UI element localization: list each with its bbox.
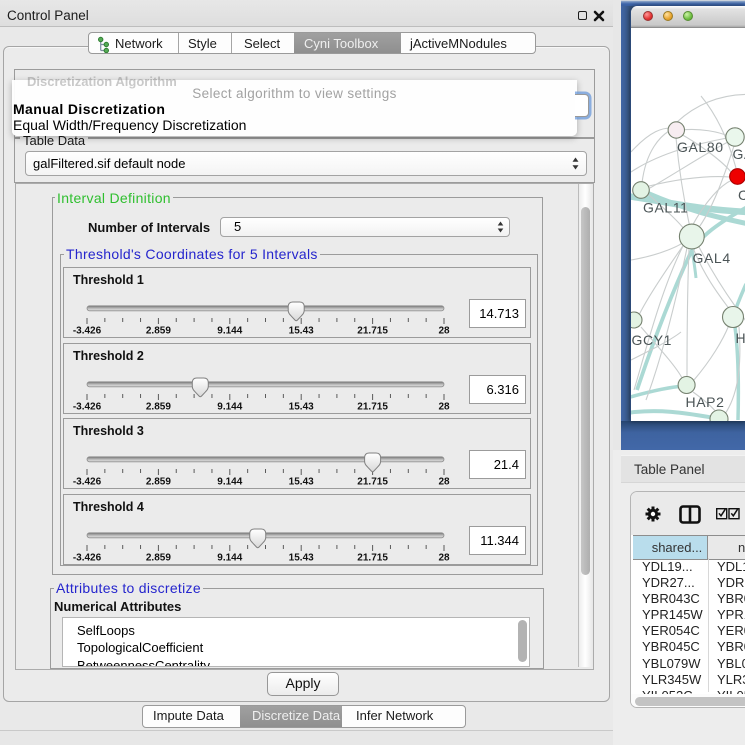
svg-text:CD: CD <box>738 187 745 203</box>
svg-text:28: 28 <box>438 326 450 337</box>
svg-text:21.715: 21.715 <box>357 401 388 412</box>
svg-text:-3.426: -3.426 <box>73 326 102 337</box>
svg-text:9.144: 9.144 <box>217 401 242 412</box>
svg-text:28: 28 <box>438 401 450 412</box>
svg-text:2.859: 2.859 <box>146 477 171 488</box>
svg-text:GAL11: GAL11 <box>643 200 689 216</box>
svg-text:-3.426: -3.426 <box>73 477 102 488</box>
svg-text:GAL4: GAL4 <box>693 250 731 266</box>
svg-text:9.144: 9.144 <box>217 326 242 337</box>
svg-text:HAP2: HAP2 <box>686 394 725 410</box>
svg-text:2.859: 2.859 <box>146 401 171 412</box>
svg-text:21.715: 21.715 <box>357 552 388 563</box>
svg-text:15.43: 15.43 <box>289 401 314 412</box>
svg-text:9.144: 9.144 <box>217 552 242 563</box>
svg-text:GA: GA <box>733 146 745 162</box>
svg-text:GCY1: GCY1 <box>632 332 673 348</box>
svg-text:21.715: 21.715 <box>357 326 388 337</box>
svg-text:21.715: 21.715 <box>357 477 388 488</box>
svg-text:28: 28 <box>438 477 450 488</box>
svg-text:9.144: 9.144 <box>217 477 242 488</box>
svg-text:HIS: HIS <box>736 330 745 346</box>
svg-text:15.43: 15.43 <box>289 477 314 488</box>
svg-text:-3.426: -3.426 <box>73 401 102 412</box>
svg-text:-3.426: -3.426 <box>73 552 102 563</box>
svg-text:GAL80: GAL80 <box>677 139 724 155</box>
svg-text:2.859: 2.859 <box>146 326 171 337</box>
svg-text:15.43: 15.43 <box>289 326 314 337</box>
svg-text:15.43: 15.43 <box>289 552 314 563</box>
svg-text:28: 28 <box>438 552 450 563</box>
svg-text:2.859: 2.859 <box>146 552 171 563</box>
